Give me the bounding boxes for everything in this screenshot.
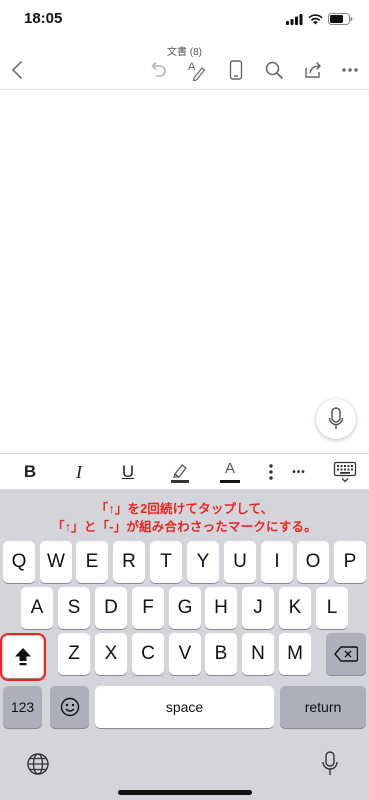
key-l[interactable]: L bbox=[316, 587, 348, 629]
svg-text:A: A bbox=[188, 61, 196, 73]
key-s[interactable]: S bbox=[58, 587, 90, 629]
status-bar: 18:05 bbox=[0, 0, 369, 40]
bold-button[interactable]: B bbox=[20, 460, 40, 484]
annotation-line-1: 「↑」を2回続けてタップして、 bbox=[95, 502, 274, 516]
key-r[interactable]: R bbox=[113, 541, 145, 583]
text-pen-icon: A bbox=[188, 61, 206, 81]
microphone-icon bbox=[328, 407, 344, 429]
phone-icon bbox=[229, 60, 243, 80]
mobile-view-button[interactable] bbox=[224, 58, 248, 82]
more-horizontal-icon bbox=[342, 68, 358, 72]
space-key[interactable]: space bbox=[95, 686, 274, 728]
dictate-button[interactable] bbox=[316, 399, 356, 439]
back-button[interactable] bbox=[5, 58, 29, 82]
key-m[interactable]: M bbox=[279, 633, 311, 675]
signal-icon bbox=[286, 13, 303, 25]
status-time: 18:05 bbox=[24, 10, 63, 27]
key-j[interactable]: J bbox=[242, 587, 274, 629]
italic-button[interactable]: I bbox=[69, 460, 89, 484]
key-f[interactable]: F bbox=[132, 587, 164, 629]
key-k[interactable]: K bbox=[279, 587, 311, 629]
key-d[interactable]: D bbox=[95, 587, 127, 629]
share-button[interactable] bbox=[301, 58, 325, 82]
key-x[interactable]: X bbox=[95, 633, 127, 675]
document-title: 文書 (8) bbox=[167, 47, 202, 58]
undo-button[interactable] bbox=[146, 58, 170, 82]
key-a[interactable]: A bbox=[21, 587, 53, 629]
keyboard-dictation-button[interactable] bbox=[321, 751, 339, 777]
numbers-key[interactable]: 123 bbox=[3, 686, 42, 728]
key-p[interactable]: P bbox=[334, 541, 366, 583]
backspace-icon bbox=[334, 646, 358, 662]
key-u[interactable]: U bbox=[224, 541, 256, 583]
underline-button[interactable]: U bbox=[118, 460, 138, 484]
language-button[interactable] bbox=[26, 752, 50, 776]
key-i[interactable]: I bbox=[261, 541, 293, 583]
annotation-line-2: 「↑」と「-」が組み合わさったマークにする。 bbox=[52, 520, 317, 534]
hide-keyboard-button[interactable] bbox=[333, 460, 357, 484]
key-q[interactable]: Q bbox=[3, 541, 35, 583]
keyboard-dismiss-icon bbox=[333, 461, 357, 483]
key-c[interactable]: C bbox=[132, 633, 164, 675]
key-g[interactable]: G bbox=[169, 587, 201, 629]
globe-icon bbox=[27, 753, 49, 775]
font-color-label: A bbox=[224, 459, 235, 477]
key-h[interactable]: H bbox=[205, 587, 237, 629]
emoji-icon bbox=[60, 697, 79, 717]
highlighter-icon bbox=[171, 464, 189, 483]
battery-icon bbox=[328, 13, 353, 25]
shift-locked-icon bbox=[15, 648, 31, 666]
key-b[interactable]: B bbox=[205, 633, 237, 675]
document-toolbar: 文書 (8) A bbox=[0, 40, 369, 90]
key-z[interactable]: Z bbox=[58, 633, 90, 675]
status-icons bbox=[286, 13, 353, 25]
draw-button[interactable]: A bbox=[185, 58, 209, 82]
chevron-left-icon bbox=[11, 61, 22, 79]
key-o[interactable]: O bbox=[297, 541, 329, 583]
key-v[interactable]: V bbox=[169, 633, 201, 675]
font-color-swatch bbox=[220, 479, 240, 483]
format-overflow-button[interactable] bbox=[264, 460, 278, 484]
emoji-key[interactable] bbox=[50, 686, 89, 728]
key-t[interactable]: T bbox=[150, 541, 182, 583]
key-e[interactable]: E bbox=[76, 541, 108, 583]
document-canvas[interactable] bbox=[0, 91, 369, 451]
key-n[interactable]: N bbox=[242, 633, 274, 675]
more-vertical-icon bbox=[269, 464, 273, 480]
share-icon bbox=[305, 62, 321, 78]
return-key[interactable]: return bbox=[280, 686, 366, 728]
wifi-icon bbox=[308, 13, 323, 24]
delete-key[interactable] bbox=[326, 633, 366, 675]
keyboard: 「↑」を2回続けてタップして、 「↑」と「-」が組み合わさったマークにする。 Q… bbox=[0, 489, 369, 800]
key-y[interactable]: Y bbox=[187, 541, 219, 583]
font-color-button[interactable]: A bbox=[218, 460, 242, 484]
shift-key[interactable] bbox=[0, 633, 46, 681]
search-icon bbox=[265, 61, 283, 79]
search-button[interactable] bbox=[262, 58, 286, 82]
undo-icon bbox=[151, 61, 166, 77]
highlight-button[interactable] bbox=[168, 460, 192, 484]
key-w[interactable]: W bbox=[40, 541, 72, 583]
home-indicator bbox=[118, 790, 252, 795]
more-formatting-button[interactable]: ••• bbox=[288, 460, 310, 484]
format-toolbar: B I U A ••• bbox=[0, 453, 369, 489]
microphone-icon bbox=[322, 751, 338, 775]
more-options-button[interactable] bbox=[338, 58, 362, 82]
